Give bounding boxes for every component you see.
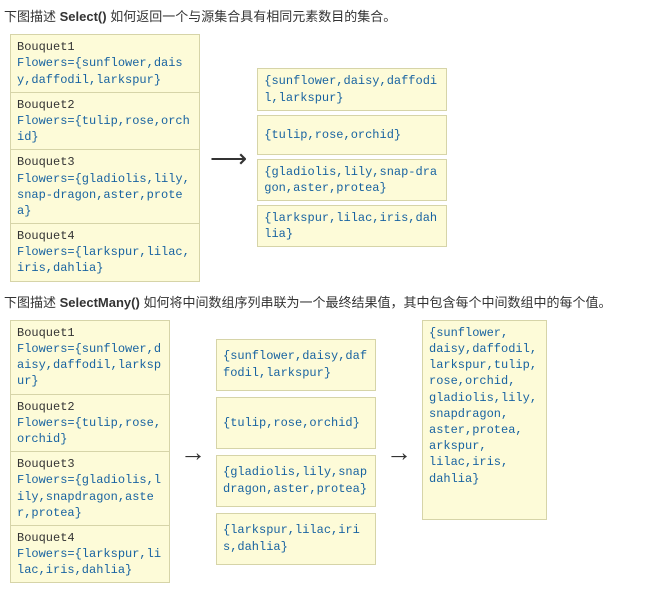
intermediate-box: {gladiolis,lily,snapdragon,aster,protea}	[216, 455, 376, 507]
arrow-icon: →	[176, 439, 210, 465]
box-code: Flowers={gladiolis,lily,snap-dragon,aste…	[17, 171, 193, 220]
box-title: Bouquet4	[17, 530, 163, 546]
selectmany-intermediate-column: {sunflower,daisy,daffodil,larkspur} {tul…	[216, 339, 376, 565]
box-title: Bouquet4	[17, 228, 193, 244]
selectmany-intro: 下图描述 SelectMany() 如何将中间数组序列串联为一个最终结果值，其中…	[4, 294, 650, 312]
result-box: {tulip,rose,orchid}	[257, 115, 447, 155]
box-code: {sunflower, daisy,daffodil, larkspur,tul…	[429, 326, 537, 486]
intro-text: 如何将中间数组序列串联为一个最终结果值，其中包含每个中间数组中的每个值。	[140, 295, 612, 310]
select-intro: 下图描述 Select() 如何返回一个与源集合具有相同元素数目的集合。	[4, 8, 650, 26]
intermediate-box: {tulip,rose,orchid}	[216, 397, 376, 449]
select-diagram: Bouquet1 Flowers={sunflower,daisy,daffod…	[10, 34, 650, 281]
result-box: {sunflower,daisy,daffodil,larkspur}	[257, 68, 447, 110]
box-title: Bouquet3	[17, 154, 193, 170]
bouquet3-box: Bouquet3 Flowers={gladiolis,lily,snapdra…	[10, 452, 170, 526]
box-code: Flowers={tulip,rose,orchid}	[17, 415, 163, 447]
bouquet4-box: Bouquet4 Flowers={larkspur,lilac,iris,da…	[10, 526, 170, 584]
bouquet4-box: Bouquet4 Flowers={larkspur,lilac,iris,da…	[10, 224, 200, 282]
box-title: Bouquet1	[17, 39, 193, 55]
intro-text: 下图描述	[4, 295, 60, 310]
selectmany-source-column: Bouquet1 Flowers={sunflower,daisy,daffod…	[10, 320, 170, 584]
box-code: Flowers={larkspur,lilac,iris,dahlia}	[17, 244, 193, 276]
select-output-column: {sunflower,daisy,daffodil,larkspur} {tul…	[257, 68, 447, 247]
box-code: {larkspur,lilac,iris,dahlia}	[223, 522, 369, 554]
intro-text: 如何返回一个与源集合具有相同元素数目的集合。	[107, 9, 397, 24]
result-box: {gladiolis,lily,snap-dragon,aster,protea…	[257, 159, 447, 201]
box-code: {gladiolis,lily,snapdragon,aster,protea}	[223, 464, 369, 496]
bouquet1-box: Bouquet1 Flowers={sunflower,daisy,daffod…	[10, 34, 200, 93]
result-box: {larkspur,lilac,iris,dahlia}	[257, 205, 447, 247]
bouquet3-box: Bouquet3 Flowers={gladiolis,lily,snap-dr…	[10, 150, 200, 224]
box-code: {tulip,rose,orchid}	[264, 127, 401, 143]
box-code: Flowers={sunflower,daisy,daffodil,larksp…	[17, 341, 163, 390]
box-code: Flowers={gladiolis,lily,snapdragon,aster…	[17, 472, 163, 521]
box-code: {gladiolis,lily,snap-dragon,aster,protea…	[264, 164, 440, 196]
arrow-icon: ⟶	[206, 145, 251, 171]
box-title: Bouquet2	[17, 97, 193, 113]
box-title: Bouquet3	[17, 456, 163, 472]
select-source-column: Bouquet1 Flowers={sunflower,daisy,daffod…	[10, 34, 200, 281]
box-code: Flowers={larkspur,lilac,iris,dahlia}	[17, 546, 163, 578]
bouquet2-box: Bouquet2 Flowers={tulip,rose,orchid}	[10, 93, 200, 151]
box-code: {sunflower,daisy,daffodil,larkspur}	[223, 348, 369, 380]
box-code: Flowers={sunflower,daisy,daffodil,larksp…	[17, 55, 193, 87]
selectmany-keyword: SelectMany()	[60, 295, 140, 310]
intro-text: 下图描述	[4, 9, 60, 24]
box-code: {sunflower,daisy,daffodil,larkspur}	[264, 73, 440, 105]
box-title: Bouquet2	[17, 399, 163, 415]
box-code: {larkspur,lilac,iris,dahlia}	[264, 210, 440, 242]
box-code: Flowers={tulip,rose,orchid}	[17, 113, 193, 145]
bouquet2-box: Bouquet2 Flowers={tulip,rose,orchid}	[10, 395, 170, 453]
box-title: Bouquet1	[17, 325, 163, 341]
final-result-box: {sunflower, daisy,daffodil, larkspur,tul…	[422, 320, 547, 520]
intermediate-box: {sunflower,daisy,daffodil,larkspur}	[216, 339, 376, 391]
selectmany-diagram: Bouquet1 Flowers={sunflower,daisy,daffod…	[10, 320, 650, 584]
bouquet1-box: Bouquet1 Flowers={sunflower,daisy,daffod…	[10, 320, 170, 395]
box-code: {tulip,rose,orchid}	[223, 415, 360, 431]
intermediate-box: {larkspur,lilac,iris,dahlia}	[216, 513, 376, 565]
arrow-icon: →	[382, 439, 416, 465]
selectmany-result-column: {sunflower, daisy,daffodil, larkspur,tul…	[422, 320, 547, 520]
select-keyword: Select()	[60, 9, 107, 24]
